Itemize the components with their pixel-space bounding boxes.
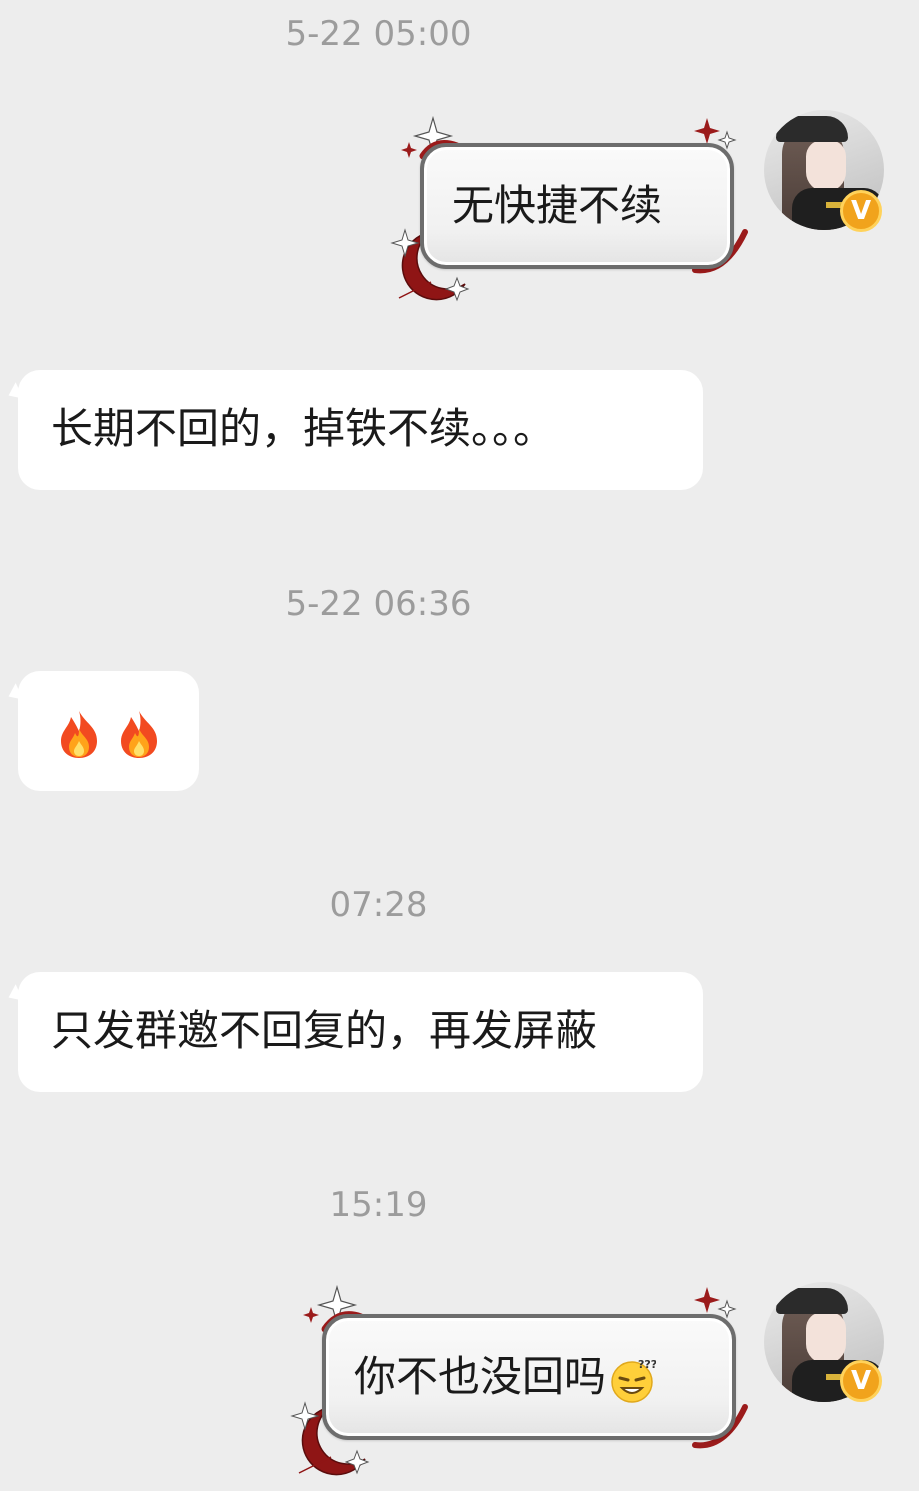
message-text: 无快捷不续	[452, 181, 663, 230]
message-bubble[interactable]	[18, 671, 199, 791]
verified-badge-icon: V	[840, 1360, 882, 1402]
message-text: 只发群邀不回复的，再发屏蔽	[51, 1006, 598, 1055]
avatar-face	[806, 1312, 846, 1364]
verified-badge-icon: V	[840, 190, 882, 232]
timestamp: 07:28	[329, 885, 428, 925]
timestamp: 5-22 06:36	[285, 584, 472, 624]
fire-emoji-icon	[61, 710, 97, 758]
message-bubble[interactable]: 只发群邀不回复的，再发屏蔽	[18, 972, 703, 1092]
avatar-cap	[776, 116, 848, 142]
outgoing-message: 无快捷不续	[390, 112, 755, 302]
message-text: 长期不回的，掉铁不续。。。	[51, 404, 556, 453]
message-text: 你不也没回吗	[354, 1352, 607, 1401]
message-bubble[interactable]: 长期不回的，掉铁不续。。。	[18, 370, 703, 490]
timestamp: 5-22 05:00	[285, 14, 472, 54]
message-bubble[interactable]: 无快捷不续	[420, 143, 734, 269]
fire-emoji-icon	[121, 710, 157, 758]
outgoing-message: 你不也没回吗 ???	[290, 1283, 755, 1483]
timestamp: 15:19	[329, 1185, 428, 1225]
avatar-face	[806, 140, 846, 192]
svg-text:???: ???	[638, 1358, 656, 1371]
avatar-cap	[776, 1288, 848, 1314]
message-bubble[interactable]: 你不也没回吗 ???	[322, 1314, 736, 1440]
confused-smile-emoji-icon: ???	[611, 1358, 657, 1403]
